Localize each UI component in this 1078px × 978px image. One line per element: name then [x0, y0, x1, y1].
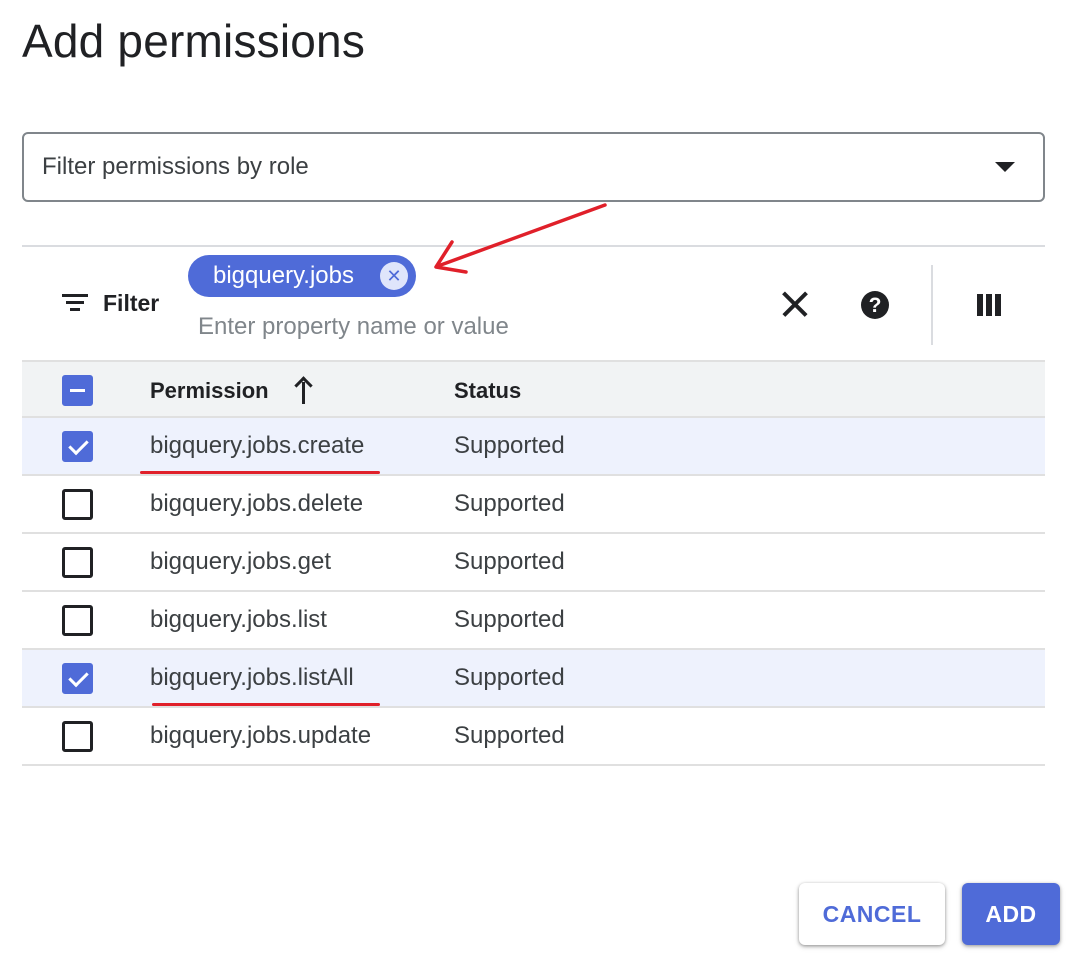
- filter-chip[interactable]: bigquery.jobs ✕: [188, 255, 416, 297]
- table-row[interactable]: bigquery.jobs.create Supported: [22, 418, 1045, 476]
- permission-column-header[interactable]: Permission: [150, 378, 269, 404]
- annotation-underline: [152, 703, 380, 706]
- table-row[interactable]: bigquery.jobs.delete Supported: [22, 476, 1045, 534]
- permission-cell: bigquery.jobs.listAll: [150, 664, 354, 691]
- row-checkbox[interactable]: [62, 547, 93, 578]
- status-cell: Supported: [454, 548, 565, 575]
- dropdown-arrow-icon: [995, 162, 1015, 172]
- filter-label: Filter: [103, 290, 160, 316]
- help-icon[interactable]: ?: [861, 291, 889, 319]
- status-cell: Supported: [454, 664, 565, 691]
- table-row[interactable]: bigquery.jobs.update Supported: [22, 708, 1045, 766]
- select-all-checkbox[interactable]: [62, 375, 93, 406]
- status-cell: Supported: [454, 606, 565, 633]
- permissions-table: Permission Status bigquery.jobs.create S…: [22, 360, 1045, 766]
- table-row[interactable]: bigquery.jobs.get Supported: [22, 534, 1045, 592]
- table-row[interactable]: bigquery.jobs.list Supported: [22, 592, 1045, 650]
- chip-remove-icon[interactable]: ✕: [380, 262, 408, 290]
- filter-input[interactable]: [198, 313, 718, 341]
- row-checkbox[interactable]: [62, 431, 93, 462]
- permission-cell: bigquery.jobs.create: [150, 432, 365, 459]
- status-cell: Supported: [454, 432, 565, 459]
- table-header-row: Permission Status: [22, 360, 1045, 418]
- filter-chip-label: bigquery.jobs: [213, 262, 354, 289]
- row-checkbox[interactable]: [62, 605, 93, 636]
- cancel-button[interactable]: CANCEL: [799, 883, 945, 945]
- status-column-header[interactable]: Status: [454, 378, 521, 404]
- toolbar-divider: [931, 265, 933, 345]
- filter-toolbar: Filter bigquery.jobs ✕ ?: [22, 245, 1045, 360]
- row-checkbox[interactable]: [62, 489, 93, 520]
- role-filter-select[interactable]: Filter permissions by role: [22, 132, 1045, 202]
- add-button[interactable]: ADD: [962, 883, 1060, 945]
- row-checkbox[interactable]: [62, 721, 93, 752]
- permission-cell: bigquery.jobs.update: [150, 722, 372, 749]
- permission-cell: bigquery.jobs.get: [150, 548, 332, 575]
- permission-cell: bigquery.jobs.list: [150, 606, 327, 633]
- row-checkbox[interactable]: [62, 663, 93, 694]
- status-cell: Supported: [454, 722, 565, 749]
- filter-icon: [62, 294, 88, 312]
- clear-filter-icon[interactable]: [782, 291, 808, 317]
- permission-cell: bigquery.jobs.delete: [150, 490, 364, 517]
- dialog-title: Add permissions: [22, 15, 366, 67]
- role-filter-placeholder: Filter permissions by role: [42, 153, 309, 180]
- annotation-underline: [140, 471, 380, 474]
- column-display-icon[interactable]: [977, 294, 1001, 316]
- status-cell: Supported: [454, 490, 565, 517]
- table-row[interactable]: bigquery.jobs.listAll Supported: [22, 650, 1045, 708]
- sort-ascending-icon[interactable]: [292, 376, 314, 404]
